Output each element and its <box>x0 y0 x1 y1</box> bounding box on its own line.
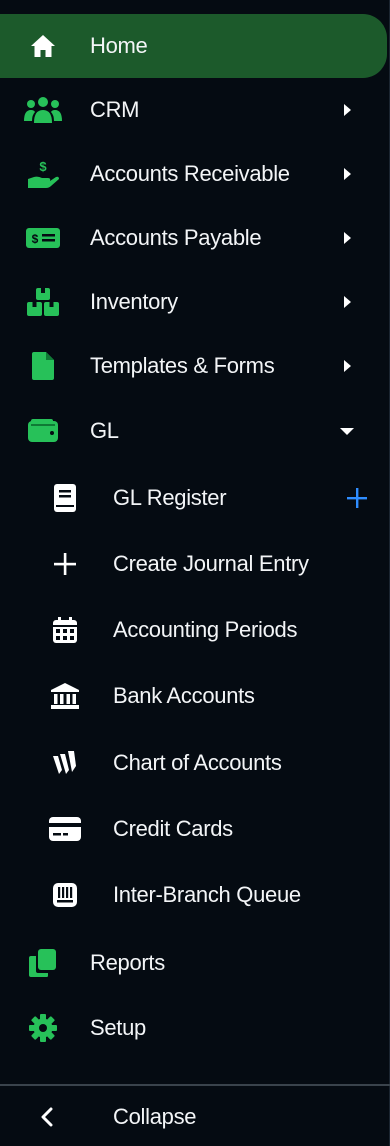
sidebar-item-label: Inventory <box>90 289 178 314</box>
sidebar-item-home[interactable]: Home <box>0 14 387 78</box>
sidebar-item-gl[interactable]: GL <box>0 399 390 463</box>
sidebar-item-label: GL <box>90 418 119 443</box>
sidebar-item-accounts-payable[interactable]: $ Accounts Payable <box>0 206 390 270</box>
chevron-right-icon <box>344 168 351 180</box>
queue-icon <box>46 880 84 910</box>
sidebar-item-crm[interactable]: CRM <box>0 78 390 142</box>
collapse-label: Collapse <box>113 1104 197 1129</box>
add-gl-register-button[interactable] <box>344 485 370 511</box>
sidebar-item-label: Home <box>90 33 148 58</box>
chevron-right-icon <box>344 296 351 308</box>
credit-card-icon <box>46 814 84 844</box>
plus-icon <box>46 549 84 579</box>
hand-money-icon: $ <box>24 159 62 189</box>
book-icon <box>46 483 84 513</box>
sidebar-item-bank-accounts[interactable]: Bank Accounts <box>0 664 390 728</box>
calendar-icon <box>46 615 84 645</box>
sidebar-item-label: CRM <box>90 97 140 122</box>
sidebar-item-reports[interactable]: Reports <box>0 931 390 995</box>
sidebar-item-inter-branch-queue[interactable]: Inter-Branch Queue <box>0 863 390 927</box>
sidebar-item-setup[interactable]: Setup <box>0 996 390 1060</box>
sidebar-item-accounting-periods[interactable]: Accounting Periods <box>0 598 390 662</box>
users-icon <box>24 95 62 125</box>
boxes-icon <box>24 287 62 317</box>
sidebar-item-templates-forms[interactable]: Templates & Forms <box>0 334 390 398</box>
chevron-right-icon <box>344 360 351 372</box>
copy-icon <box>24 948 62 978</box>
sidebar-item-credit-cards[interactable]: Credit Cards <box>0 797 390 861</box>
sidebar-item-label: Credit Cards <box>113 816 233 841</box>
sidebar-item-label: Bank Accounts <box>113 683 255 708</box>
sidebar-item-label: Chart of Accounts <box>113 750 282 775</box>
sidebar-item-inventory[interactable]: Inventory <box>0 270 390 334</box>
chevron-left-icon <box>28 1102 66 1132</box>
sidebar-item-label: Setup <box>90 1015 146 1040</box>
sidebar-item-label: GL Register <box>113 485 227 510</box>
svg-text:$: $ <box>32 232 39 246</box>
sidebar-item-label: Inter-Branch Queue <box>113 882 301 907</box>
sidebar-item-label: Accounting Periods <box>113 617 298 642</box>
sidebar-item-label: Create Journal Entry <box>113 551 309 576</box>
chevron-down-icon <box>340 427 354 435</box>
bank-icon <box>46 681 84 711</box>
sidebar-divider <box>0 1084 390 1086</box>
home-icon <box>24 31 62 61</box>
chart-logo-icon <box>46 748 84 778</box>
chevron-right-icon <box>344 104 351 116</box>
sidebar-item-accounts-receivable[interactable]: $ Accounts Receivable <box>0 142 390 206</box>
sidebar-item-label: Templates & Forms <box>90 353 275 378</box>
collapse-button[interactable]: Collapse <box>0 1088 390 1146</box>
sidebar-nav: Home CRM $ Accounts Receivable $ Account… <box>0 0 390 1146</box>
wallet-icon <box>24 416 62 446</box>
sidebar-item-gl-register[interactable]: GL Register <box>0 466 390 530</box>
svg-text:$: $ <box>39 159 47 174</box>
chevron-right-icon <box>344 232 351 244</box>
sidebar-item-label: Accounts Receivable <box>90 161 290 186</box>
sidebar-item-label: Accounts Payable <box>90 225 262 250</box>
sidebar-item-chart-of-accounts[interactable]: Chart of Accounts <box>0 731 390 795</box>
money-bill-icon: $ <box>24 223 62 253</box>
plus-icon <box>347 488 367 508</box>
sidebar-item-label: Reports <box>90 950 165 975</box>
sidebar-item-create-journal-entry[interactable]: Create Journal Entry <box>0 532 390 596</box>
gear-icon <box>24 1013 62 1043</box>
file-icon <box>24 351 62 381</box>
